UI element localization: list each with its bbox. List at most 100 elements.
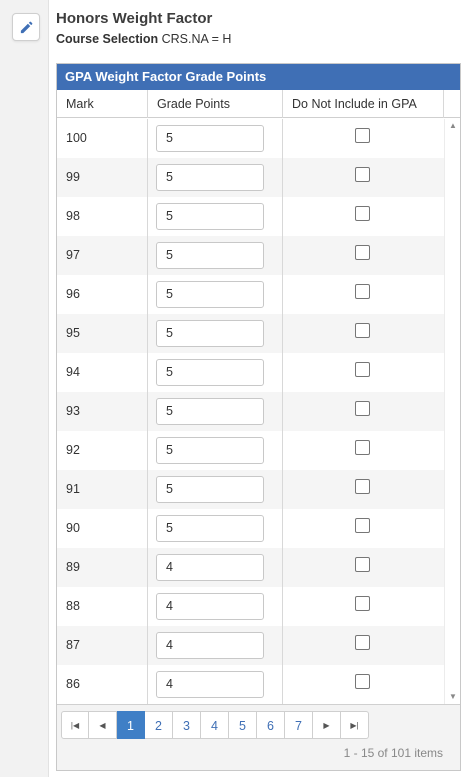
page-number-button[interactable]: 3 — [173, 711, 201, 739]
grade-points-input[interactable]: 5 — [156, 515, 264, 542]
grade-points-cell: 5 — [148, 392, 283, 431]
page-number-button[interactable]: 1 — [117, 711, 145, 739]
do-not-include-cell — [283, 509, 444, 548]
do-not-include-cell — [283, 197, 444, 236]
prev-page-button[interactable]: ◀ — [89, 711, 117, 739]
do-not-include-checkbox[interactable] — [355, 518, 370, 533]
page-number-button[interactable]: 6 — [257, 711, 285, 739]
grade-points-cell: 4 — [148, 665, 283, 704]
grid-pager: |◀ ◀ 1234567 ▶ ▶| 1 - 15 of 101 items — [57, 704, 460, 770]
do-not-include-checkbox[interactable] — [355, 479, 370, 494]
mark-cell: 98 — [57, 197, 148, 236]
mark-cell: 95 — [57, 314, 148, 353]
do-not-include-cell — [283, 236, 444, 275]
mark-cell: 90 — [57, 509, 148, 548]
do-not-include-checkbox[interactable] — [355, 284, 370, 299]
grade-points-input[interactable]: 5 — [156, 437, 264, 464]
grade-points-cell: 5 — [148, 431, 283, 470]
mark-cell: 97 — [57, 236, 148, 275]
grade-points-input[interactable]: 4 — [156, 593, 264, 620]
do-not-include-cell — [283, 431, 444, 470]
column-header-grade-points[interactable]: Grade Points — [148, 90, 283, 118]
page-number-button[interactable]: 5 — [229, 711, 257, 739]
column-header-mark[interactable]: Mark — [57, 90, 148, 118]
do-not-include-checkbox[interactable] — [355, 674, 370, 689]
first-page-button[interactable]: |◀ — [61, 711, 89, 739]
do-not-include-cell — [283, 158, 444, 197]
table-row: 99 5 — [57, 158, 444, 197]
do-not-include-cell — [283, 275, 444, 314]
grade-points-input[interactable]: 5 — [156, 398, 264, 425]
next-page-icon: ▶ — [323, 721, 330, 730]
grade-points-input[interactable]: 5 — [156, 320, 264, 347]
grade-points-input[interactable]: 5 — [156, 281, 264, 308]
column-header-do-not-include[interactable]: Do Not Include in GPA — [283, 90, 444, 118]
mark-cell: 91 — [57, 470, 148, 509]
do-not-include-cell — [283, 587, 444, 626]
do-not-include-cell — [283, 392, 444, 431]
grade-points-cell: 5 — [148, 509, 283, 548]
do-not-include-cell — [283, 353, 444, 392]
grade-points-cell: 4 — [148, 626, 283, 665]
do-not-include-cell — [283, 626, 444, 665]
course-selection: Course Selection CRS.NA = H — [56, 29, 231, 49]
next-page-button[interactable]: ▶ — [313, 711, 341, 739]
grade-points-input[interactable]: 4 — [156, 671, 264, 698]
mark-cell: 93 — [57, 392, 148, 431]
do-not-include-checkbox[interactable] — [355, 596, 370, 611]
grade-points-input[interactable]: 5 — [156, 359, 264, 386]
table-row: 86 4 — [57, 665, 444, 704]
pencil-icon — [20, 21, 32, 33]
page-number-button[interactable]: 7 — [285, 711, 313, 739]
grade-points-cell: 5 — [148, 119, 283, 158]
scroll-down-icon[interactable]: ▼ — [445, 690, 461, 704]
do-not-include-cell — [283, 548, 444, 587]
prev-page-icon: ◀ — [99, 721, 106, 730]
grade-points-cell: 5 — [148, 470, 283, 509]
mark-cell: 86 — [57, 665, 148, 704]
page-number-button[interactable]: 4 — [201, 711, 229, 739]
grade-points-input[interactable]: 5 — [156, 125, 264, 152]
mark-cell: 88 — [57, 587, 148, 626]
do-not-include-checkbox[interactable] — [355, 167, 370, 182]
do-not-include-checkbox[interactable] — [355, 245, 370, 260]
course-selection-label: Course Selection — [56, 32, 159, 46]
page-number-button[interactable]: 2 — [145, 711, 173, 739]
grade-points-cell: 4 — [148, 587, 283, 626]
mark-cell: 99 — [57, 158, 148, 197]
grade-points-input[interactable]: 5 — [156, 476, 264, 503]
do-not-include-checkbox[interactable] — [355, 206, 370, 221]
table-row: 97 5 — [57, 236, 444, 275]
do-not-include-checkbox[interactable] — [355, 635, 370, 650]
do-not-include-cell — [283, 119, 444, 158]
table-row: 95 5 — [57, 314, 444, 353]
last-page-icon: ▶| — [350, 721, 359, 730]
table-row: 100 5 — [57, 119, 444, 158]
grid-scrollbar[interactable]: ▲ ▼ — [444, 119, 460, 704]
do-not-include-checkbox[interactable] — [355, 362, 370, 377]
edit-button[interactable] — [12, 13, 40, 41]
grade-points-input[interactable]: 4 — [156, 632, 264, 659]
table-row: 93 5 — [57, 392, 444, 431]
page-header: Honors Weight Factor Course Selection CR… — [56, 9, 231, 49]
scroll-up-icon[interactable]: ▲ — [445, 119, 461, 133]
do-not-include-checkbox[interactable] — [355, 557, 370, 572]
grade-points-input[interactable]: 4 — [156, 554, 264, 581]
grade-points-input[interactable]: 5 — [156, 164, 264, 191]
do-not-include-checkbox[interactable] — [355, 128, 370, 143]
column-header-spacer — [444, 90, 460, 118]
do-not-include-checkbox[interactable] — [355, 440, 370, 455]
do-not-include-checkbox[interactable] — [355, 323, 370, 338]
last-page-button[interactable]: ▶| — [341, 711, 369, 739]
table-row: 91 5 — [57, 470, 444, 509]
first-page-icon: |◀ — [70, 721, 80, 730]
course-selection-value: CRS.NA = H — [161, 32, 232, 46]
grade-points-cell: 5 — [148, 236, 283, 275]
do-not-include-checkbox[interactable] — [355, 401, 370, 416]
grade-points-input[interactable]: 5 — [156, 242, 264, 269]
table-row: 90 5 — [57, 509, 444, 548]
grade-points-input[interactable]: 5 — [156, 203, 264, 230]
mark-cell: 87 — [57, 626, 148, 665]
left-rail — [0, 0, 49, 777]
grade-points-panel: GPA Weight Factor Grade Points Mark Grad… — [56, 63, 461, 771]
